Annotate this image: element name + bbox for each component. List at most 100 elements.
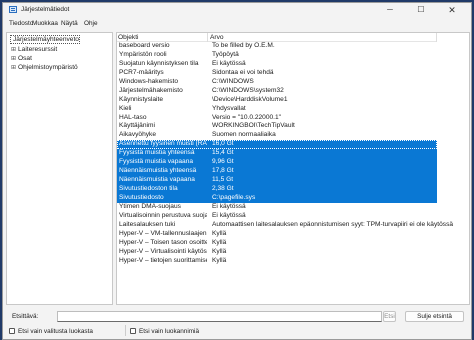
- menu-edit[interactable]: Muokkaa: [32, 20, 58, 27]
- table-row[interactable]: Järjestelmähakemisto C:\WINDOWS\system32: [117, 87, 437, 96]
- menu-bar: Tiedosto Muokkaa Näytä Ohje: [3, 19, 471, 31]
- table-row[interactable]: PCR7-määritys Sidontaa ei voi tehdä: [117, 69, 437, 78]
- row-item-value: C:\pagefile.sys: [212, 193, 256, 201]
- row-item-value: Yhdysvallat: [212, 104, 246, 112]
- table-row[interactable]: Kieli Yhdysvallat: [117, 105, 437, 114]
- table-row[interactable]: Sivutustiedosto C:\pagefile.sys: [117, 193, 437, 203]
- row-item-name: Sivutustiedosto: [119, 193, 164, 201]
- checkbox-box[interactable]: [130, 328, 136, 334]
- row-item-name: Hyper-V – Toisen tason osoitteet: [119, 238, 207, 246]
- column-header-item[interactable]: Objekti: [118, 34, 139, 41]
- row-item-name: Käynnistyslaite: [119, 95, 163, 103]
- table-row[interactable]: Fyysistä muistia vapaana 9,96 Gt: [117, 158, 437, 168]
- row-item-name: Hyper-V – Virtualisointi käytössä: [119, 247, 207, 255]
- row-item-name: Sivutustiedoston tila: [119, 185, 178, 192]
- find-bar: Etsittävä: Etsi Sulje etsintä Etsi vain …: [3, 308, 471, 340]
- divider: [125, 325, 126, 336]
- table-row[interactable]: Laitesalauksen tuki Automaattisen laitesa…: [117, 220, 469, 230]
- expand-icon[interactable]: ⊞: [11, 64, 18, 73]
- row-item-name: Hyper-V – tietojen suorittamise...: [119, 256, 207, 264]
- row-item-value: Kyllä: [212, 247, 227, 255]
- table-row[interactable]: Fyysistä muistia yhteensä 15,4 Gt: [117, 149, 437, 159]
- tree-item-label: Ohjelmistoympäristö: [18, 64, 78, 71]
- list-header: Objekti Arvo: [117, 33, 437, 42]
- row-item-name: Ytimen DMA-suojaus: [119, 202, 181, 210]
- row-item-name: Näennäismuistia vapaana: [119, 176, 195, 184]
- table-row[interactable]: Suojatun käynnistyksen tila Ei käytössä: [117, 60, 437, 69]
- row-item-value: Työpöytä: [212, 50, 239, 58]
- details-list[interactable]: Objekti Arvo baseboard versio To be fille…: [116, 32, 470, 305]
- table-row[interactable]: Hyper-V – Virtualisointi käytössä Kyllä: [117, 248, 437, 257]
- row-item-name: Ympäristön rooli: [119, 50, 167, 58]
- tree-item-hardware-resources[interactable]: ⊞ Laiteresurssit: [11, 45, 57, 54]
- row-item-name: PCR7-määritys: [119, 68, 164, 76]
- table-row[interactable]: Käynnistyslaite \Device\HarddiskVolume1: [117, 96, 437, 105]
- close-button[interactable]: ✕: [441, 3, 463, 17]
- category-tree[interactable]: Järjestelmäyhteenveto ⊞ Laiteresurssit ⊞ O…: [6, 32, 113, 305]
- row-item-value: Automaattisen laitesalauksen epäonnistum…: [212, 220, 454, 228]
- table-row[interactable]: Hyper-V – tietojen suorittamise... Kyllä: [117, 257, 437, 266]
- close-find-button[interactable]: Sulje etsintä: [405, 311, 464, 322]
- table-row[interactable]: Käyttäjänimi WORKINGBOI\TechTipVault: [117, 122, 437, 131]
- menu-file[interactable]: Tiedosto: [9, 20, 33, 27]
- row-item-name: Näennäismuistia yhteensä: [119, 167, 197, 175]
- table-row[interactable]: Ytimen DMA-suojaus Ei käytössä: [117, 203, 437, 212]
- row-item-name: Järjestelmähakemisto: [119, 86, 183, 94]
- row-item-name: Hyper-V – VM-tallennuslaajennus: [119, 229, 207, 237]
- row-item-value: 9,96 Gt: [212, 158, 234, 166]
- row-item-name: Kieli: [119, 104, 132, 112]
- row-item-value: 16,0 Gt: [212, 140, 234, 148]
- find-button[interactable]: Etsi: [383, 311, 396, 322]
- row-item-value: Sidontaa ei voi tehdä: [212, 68, 274, 76]
- search-selected-category-checkbox[interactable]: Etsi vain valitusta luokasta: [9, 327, 93, 336]
- row-item-value: Kyllä: [212, 238, 227, 246]
- find-label: Etsittävä:: [12, 313, 39, 320]
- table-row[interactable]: Sivutustiedoston tila 2,38 Gt: [117, 185, 437, 194]
- tree-item-system-summary[interactable]: Järjestelmäyhteenveto: [10, 35, 80, 44]
- row-item-name: Virtualisoinnin perustuva suojaus: [119, 211, 207, 219]
- tree-item-components[interactable]: ⊞ Osat: [11, 54, 32, 63]
- title-bar[interactable]: Järjestelmätiedot ─ ☐ ✕: [3, 3, 471, 17]
- column-divider[interactable]: [436, 33, 437, 42]
- table-row[interactable]: Ympäristön rooli Työpöytä: [117, 51, 437, 60]
- row-item-value: 17,8 Gt: [212, 167, 234, 175]
- table-row[interactable]: Näennäismuistia vapaana 11,5 Gt: [117, 176, 437, 185]
- row-item-value: Kyllä: [212, 256, 227, 264]
- minimize-button[interactable]: ─: [379, 3, 401, 17]
- search-category-names-checkbox[interactable]: Etsi vain luokannimiä: [130, 327, 199, 336]
- table-row[interactable]: Asennettu fyysinen muisti (RAM) 16,0 Gt: [117, 140, 437, 150]
- row-item-value: Kyllä: [212, 229, 227, 237]
- table-row[interactable]: HAL-taso Versio = "10.0.22000.1": [117, 114, 437, 123]
- table-row[interactable]: Virtualisoinnin perustuva suojaus Ei käyt…: [117, 212, 437, 221]
- table-row[interactable]: Näennäismuistia yhteensä 17,8 Gt: [117, 167, 437, 177]
- row-item-value: Suomen normaaliaika: [212, 131, 276, 139]
- checkbox-label: Etsi vain valitusta luokasta: [18, 328, 93, 335]
- row-item-name: Asennettu fyysinen muisti (RAM): [119, 140, 207, 148]
- menu-help[interactable]: Ohje: [84, 20, 98, 27]
- tree-item-software-environment[interactable]: ⊞ Ohjelmistoympäristö: [11, 63, 78, 72]
- row-item-value: Versio = "10.0.22000.1": [212, 113, 282, 121]
- row-item-value: C:\WINDOWS: [212, 77, 254, 85]
- row-item-value: WORKINGBOI\TechTipVault: [212, 122, 295, 130]
- row-item-value: 15,4 Gt: [212, 149, 234, 157]
- menu-view[interactable]: Näytä: [61, 20, 78, 27]
- table-row[interactable]: Aikavyöhyke Suomen normaaliaika: [117, 131, 437, 140]
- tree-item-label: Laiteresurssit: [18, 46, 58, 53]
- find-input[interactable]: [57, 311, 382, 322]
- row-item-name: HAL-taso: [119, 113, 147, 121]
- row-item-name: baseboard versio: [119, 42, 170, 49]
- row-item-value: \Device\HarddiskVolume1: [212, 95, 288, 103]
- row-item-name: Aikavyöhyke: [119, 131, 157, 139]
- checkbox-label: Etsi vain luokannimiä: [139, 328, 200, 335]
- table-row[interactable]: Hyper-V – VM-tallennuslaajennus Kyllä: [117, 230, 437, 239]
- table-row[interactable]: Hyper-V – Toisen tason osoitteet Kyllä: [117, 239, 437, 248]
- column-divider[interactable]: [207, 33, 208, 42]
- maximize-button[interactable]: ☐: [410, 3, 432, 17]
- column-header-value[interactable]: Arvo: [210, 34, 224, 41]
- row-item-value: Ei käytössä: [212, 59, 246, 67]
- row-item-value: Ei käytössä: [212, 211, 246, 219]
- checkbox-box[interactable]: [9, 328, 15, 334]
- table-row[interactable]: baseboard versio To be filled by O.E.M.: [117, 42, 437, 51]
- table-row[interactable]: Windows-hakemisto C:\WINDOWS: [117, 78, 437, 87]
- list-rows: baseboard versio To be filled by O.E.M. Ym…: [117, 42, 469, 266]
